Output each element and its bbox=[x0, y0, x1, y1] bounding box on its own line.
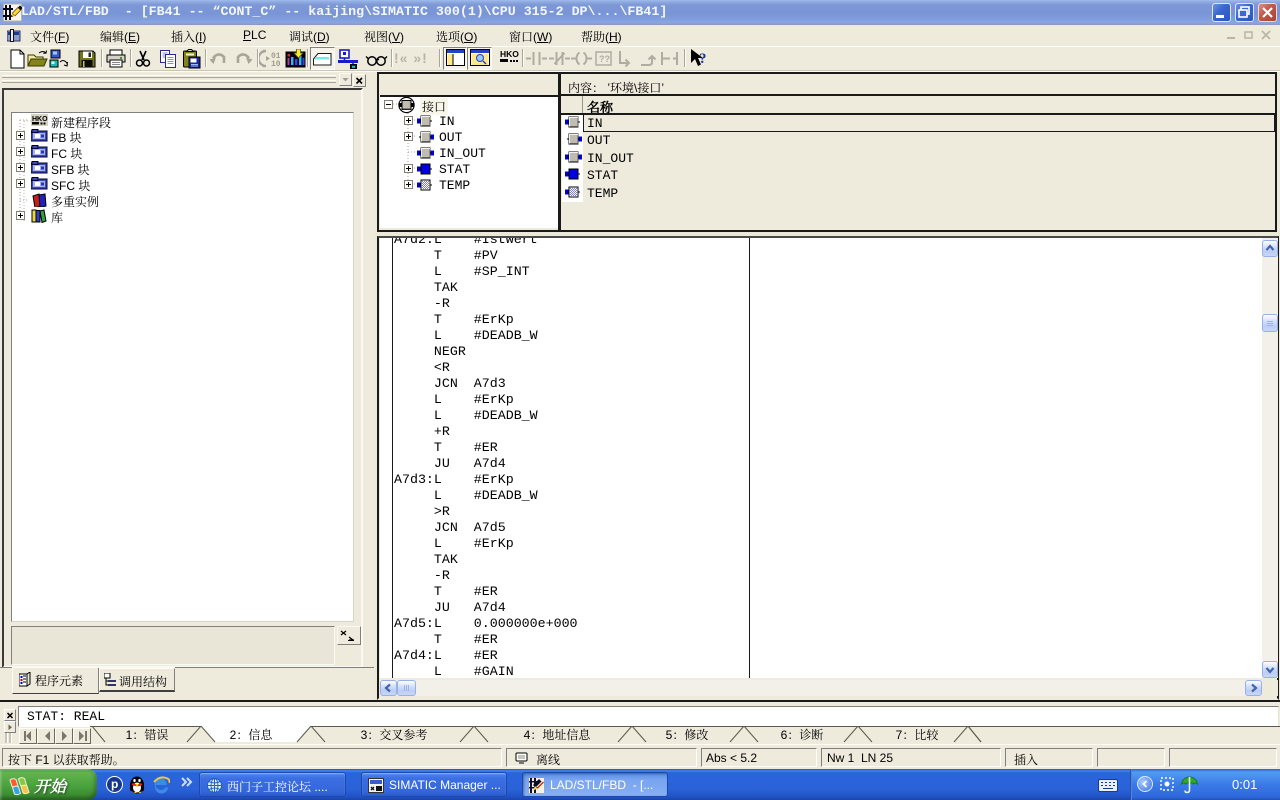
svg-text:10: 10 bbox=[271, 60, 280, 69]
svg-text:7：比较: 7：比较 bbox=[896, 728, 940, 742]
svg-text:?: ? bbox=[699, 51, 707, 67]
svg-text:3：交叉参考: 3：交叉参考 bbox=[361, 727, 428, 742]
svg-text:5：修改: 5：修改 bbox=[666, 728, 709, 742]
svg-text:HKO: HKO bbox=[500, 49, 519, 59]
svg-text:6：诊断: 6：诊断 bbox=[781, 727, 824, 742]
svg-text:1：错误: 1：错误 bbox=[126, 727, 169, 742]
svg-text:??: ?? bbox=[599, 54, 610, 64]
svg-text:2：信息: 2：信息 bbox=[230, 727, 274, 742]
svg-text:4：地址信息: 4：地址信息 bbox=[524, 727, 592, 742]
